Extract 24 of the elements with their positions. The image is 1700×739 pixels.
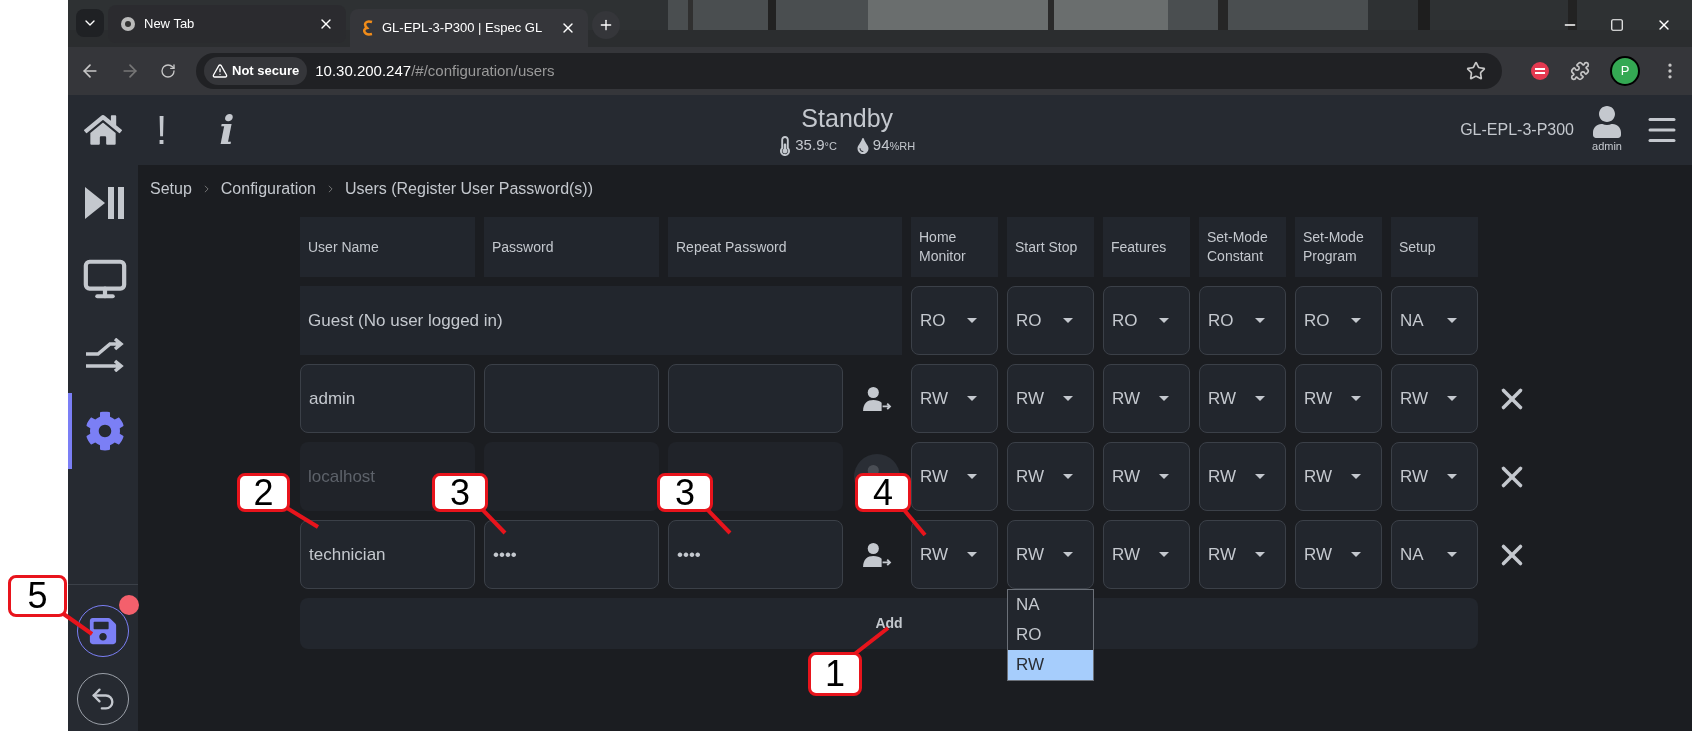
callout-tooltip: 2 xyxy=(237,473,290,512)
column-header: Set-Mode Program xyxy=(1295,217,1382,277)
column-header: User Name xyxy=(300,217,475,277)
callout-tooltip: 4 xyxy=(855,473,911,512)
status-text: Standby xyxy=(801,103,894,135)
url-text: 10.30.200.247/#/configuration/users xyxy=(315,60,555,81)
tab-title: GL-EPL-3-P300 | Espec GL xyxy=(382,19,544,38)
tab-title: New Tab xyxy=(144,15,196,34)
humidity-reading: 94%RH xyxy=(872,135,916,156)
device-name: GL-EPL-3-P300 xyxy=(1460,120,1574,140)
column-header: Features xyxy=(1103,217,1190,277)
callout-tooltip: 3 xyxy=(432,473,488,512)
guest-label: Guest (No user logged in) xyxy=(300,286,902,355)
column-header: Repeat Password xyxy=(668,217,902,277)
column-header: Start Stop xyxy=(1007,217,1094,277)
column-header: Set-Mode Constant xyxy=(1199,217,1286,277)
temperature-reading: 35.9°C xyxy=(795,135,837,156)
callout-tooltip: 1 xyxy=(808,652,862,696)
breadcrumb-item: Users (Register User Password(s)) xyxy=(345,179,594,199)
callout-tooltip: 5 xyxy=(8,575,67,617)
column-header: Home Monitor xyxy=(911,217,998,277)
column-header: Setup xyxy=(1391,217,1478,277)
column-header: Password xyxy=(484,217,659,277)
callout-tooltip: 3 xyxy=(657,473,713,512)
